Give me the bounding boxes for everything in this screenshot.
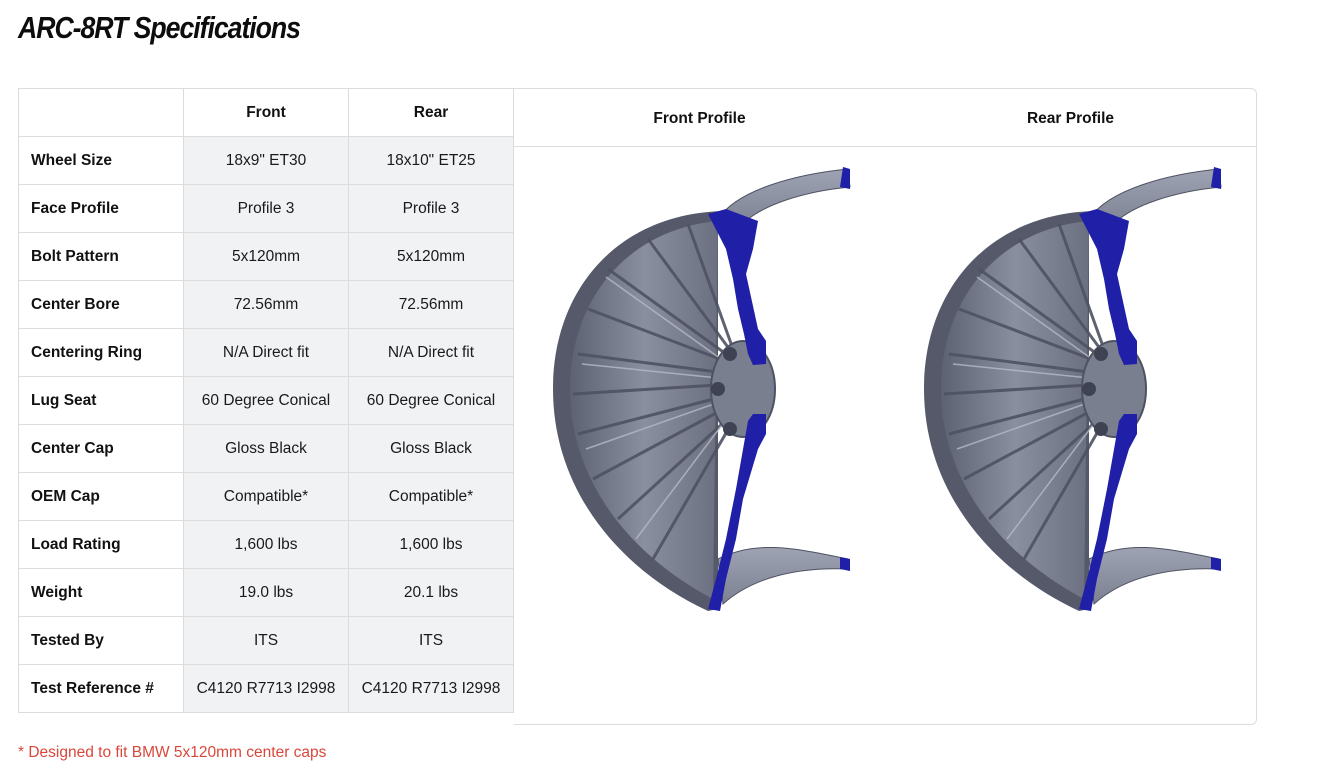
front-value: ITS bbox=[183, 616, 349, 665]
column-header-front: Front bbox=[183, 88, 349, 137]
rear-value: Profile 3 bbox=[348, 184, 514, 233]
front-value: 5x120mm bbox=[183, 232, 349, 281]
table-row: Lug Seat 60 Degree Conical 60 Degree Con… bbox=[18, 376, 514, 425]
rear-value: 60 Degree Conical bbox=[348, 376, 514, 425]
front-value: Profile 3 bbox=[183, 184, 349, 233]
table-row: Face Profile Profile 3 Profile 3 bbox=[18, 184, 514, 233]
rear-profile-label: Rear Profile bbox=[1026, 109, 1114, 127]
page-title: ARC-8RT Specifications bbox=[18, 10, 301, 45]
row-label-lug-seat: Lug Seat bbox=[18, 376, 184, 425]
rear-value: C4120 R7713 I2998 bbox=[348, 664, 514, 713]
front-value: C4120 R7713 I2998 bbox=[183, 664, 349, 713]
row-label-oem-cap: OEM Cap bbox=[18, 472, 184, 521]
row-label-face-profile: Face Profile bbox=[18, 184, 184, 233]
rear-value: 5x120mm bbox=[348, 232, 514, 281]
rear-value: 72.56mm bbox=[348, 280, 514, 329]
front-value: 72.56mm bbox=[183, 280, 349, 329]
front-value: 19.0 lbs bbox=[183, 568, 349, 617]
row-label-weight: Weight bbox=[18, 568, 184, 617]
table-row: Bolt Pattern 5x120mm 5x120mm bbox=[18, 232, 514, 281]
table-row: Tested By ITS ITS bbox=[18, 616, 514, 665]
rear-value: N/A Direct fit bbox=[348, 328, 514, 377]
front-value: Gloss Black bbox=[183, 424, 349, 473]
table-row: Weight 19.0 lbs 20.1 lbs bbox=[18, 568, 514, 617]
header-blank-cell bbox=[18, 88, 184, 137]
front-value: Compatible* bbox=[183, 472, 349, 521]
table-header-row: Front Rear bbox=[18, 88, 514, 137]
rear-value: 20.1 lbs bbox=[348, 568, 514, 617]
front-profile-label: Front Profile bbox=[653, 109, 746, 127]
row-label-load-rating: Load Rating bbox=[18, 520, 184, 569]
column-header-rear: Rear bbox=[348, 88, 514, 137]
table-row: Center Cap Gloss Black Gloss Black bbox=[18, 424, 514, 473]
row-label-wheel-size: Wheel Size bbox=[18, 136, 184, 185]
profile-header: Front Profile Rear Profile bbox=[514, 89, 1256, 147]
table-row: Centering Ring N/A Direct fit N/A Direct… bbox=[18, 328, 514, 377]
table-row: OEM Cap Compatible* Compatible* bbox=[18, 472, 514, 521]
rear-value: 18x10" ET25 bbox=[348, 136, 514, 185]
row-label-bolt-pattern: Bolt Pattern bbox=[18, 232, 184, 281]
table-row: Wheel Size 18x9" ET30 18x10" ET25 bbox=[18, 136, 514, 185]
rear-value: 1,600 lbs bbox=[348, 520, 514, 569]
row-label-centering-ring: Centering Ring bbox=[18, 328, 184, 377]
front-profile-image bbox=[553, 167, 851, 611]
row-label-test-reference: Test Reference # bbox=[18, 664, 184, 713]
rear-value: ITS bbox=[348, 616, 514, 665]
footnote: * Designed to fit BMW 5x120mm center cap… bbox=[18, 744, 327, 761]
specifications-table: Front Rear Wheel Size 18x9" ET30 18x10" … bbox=[18, 88, 514, 713]
table-row: Load Rating 1,600 lbs 1,600 lbs bbox=[18, 520, 514, 569]
rear-value: Compatible* bbox=[348, 472, 514, 521]
front-value: 60 Degree Conical bbox=[183, 376, 349, 425]
rear-profile-image bbox=[924, 167, 1222, 611]
row-label-center-bore: Center Bore bbox=[18, 280, 184, 329]
table-row: Test Reference # C4120 R7713 I2998 C4120… bbox=[18, 664, 514, 713]
front-value: N/A Direct fit bbox=[183, 328, 349, 377]
row-label-tested-by: Tested By bbox=[18, 616, 184, 665]
table-row: Center Bore 72.56mm 72.56mm bbox=[18, 280, 514, 329]
front-value: 1,600 lbs bbox=[183, 520, 349, 569]
row-label-center-cap: Center Cap bbox=[18, 424, 184, 473]
profile-panel: Front Profile Rear Profile bbox=[514, 88, 1257, 725]
rear-value: Gloss Black bbox=[348, 424, 514, 473]
front-value: 18x9" ET30 bbox=[183, 136, 349, 185]
